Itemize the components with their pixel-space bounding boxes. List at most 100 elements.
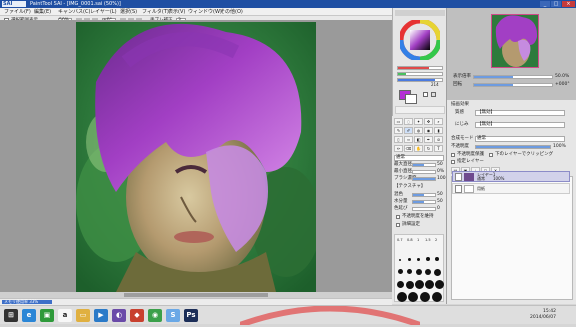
red-slider[interactable] (397, 66, 443, 70)
green-slider[interactable] (397, 72, 443, 76)
apps-icon[interactable]: ◆ (130, 309, 144, 322)
brush-texture-label[interactable]: 【テクスチャ】 (394, 184, 425, 190)
keep-opacity-checkbox[interactable] (396, 215, 400, 219)
size-dot[interactable] (408, 292, 418, 302)
pen-tool-icon[interactable]: ✎ (394, 127, 403, 134)
watercolor-tool-icon[interactable]: ◉ (424, 127, 433, 134)
protect-opacity-checkbox[interactable] (451, 153, 455, 157)
binary-pen-tool-icon[interactable]: ✒ (424, 136, 433, 143)
brush-min-slider[interactable] (412, 170, 436, 174)
size-dot[interactable] (425, 280, 434, 289)
clipping-checkbox[interactable] (489, 153, 493, 157)
swatch-palette[interactable] (395, 106, 445, 114)
size-preset[interactable]: 0.7 (397, 237, 403, 243)
size-dot[interactable] (397, 281, 404, 288)
menu-view[interactable]: 表示(V) (168, 8, 185, 16)
brush-size-presets[interactable]: 0.7 0.8 1 1.5 2 (394, 234, 444, 302)
nav-zoom-slider[interactable] (473, 75, 553, 79)
size-dot[interactable] (417, 258, 420, 261)
sai-icon[interactable]: S (166, 309, 180, 322)
menu-canvas[interactable]: キャンバス(C) (58, 8, 90, 16)
menu-window[interactable]: ウィンドウ(W) (188, 8, 222, 16)
media-icon[interactable]: ▶ (94, 309, 108, 322)
brush-water-slider[interactable] (412, 200, 436, 204)
painting-canvas[interactable] (76, 22, 316, 292)
eyedropper-tool-icon[interactable]: ⊘ (434, 136, 443, 143)
menu-edit[interactable]: 編集(E) (34, 8, 51, 16)
size-dot[interactable] (432, 292, 442, 302)
move-tool-icon[interactable]: ✥ (424, 118, 433, 125)
layer-row-paper[interactable]: 用紙 (452, 183, 570, 194)
size-preset[interactable]: 1 (417, 237, 419, 243)
maximize-button[interactable]: □ (551, 1, 561, 7)
menu-layer[interactable]: レイヤー(L) (90, 8, 117, 16)
airbrush-tool-icon[interactable]: ◍ (414, 127, 423, 134)
size-dot[interactable] (399, 259, 401, 261)
nav-angle-slider[interactable] (473, 83, 553, 87)
size-dot[interactable] (408, 258, 411, 261)
selection-tool-icon[interactable]: ▭ (394, 118, 403, 125)
brush-blend-slider[interactable] (412, 193, 436, 197)
photoshop-icon[interactable]: Ps (184, 309, 198, 322)
brush-tool-icon[interactable]: ✐ (404, 127, 413, 134)
layer-row-active[interactable]: レイヤー1 通常 100% (452, 171, 570, 182)
size-dot[interactable] (426, 257, 430, 261)
size-preset[interactable]: 1.5 (425, 237, 431, 243)
swap-colors-icon[interactable] (423, 92, 428, 97)
size-preset[interactable]: 2 (435, 237, 437, 243)
color-mode-tabs[interactable] (395, 10, 445, 16)
brush-persist-slider[interactable] (412, 207, 436, 211)
magic-wand-tool-icon[interactable]: ✦ (414, 118, 423, 125)
size-dot[interactable] (416, 269, 422, 275)
clock[interactable]: 15:42 2014/06/07 (530, 309, 556, 321)
secondary-color-swatch[interactable] (405, 94, 417, 104)
hand-tool-icon[interactable]: ✋ (414, 145, 423, 152)
size-dot[interactable] (398, 269, 403, 274)
menu-filter[interactable]: フィルタ(T) (142, 8, 169, 16)
eye-icon[interactable] (455, 173, 462, 181)
select-pen-tool-icon[interactable]: ✏ (394, 145, 403, 152)
rotate-tool-icon[interactable]: ↻ (424, 145, 433, 152)
zoom-tool-icon[interactable]: ⌕ (434, 118, 443, 125)
size-dot[interactable] (435, 257, 439, 261)
transparent-color-icon[interactable] (431, 92, 436, 97)
brush-size-slider[interactable] (412, 163, 436, 167)
bucket-tool-icon[interactable]: ◧ (414, 136, 423, 143)
start-icon[interactable]: ⊞ (4, 309, 18, 322)
menu-other[interactable]: その他(O) (220, 8, 243, 16)
photos-icon[interactable]: ◐ (112, 309, 126, 322)
size-dot[interactable] (435, 280, 444, 289)
size-dot[interactable] (397, 292, 407, 302)
amazon-icon[interactable]: a (58, 309, 72, 322)
select-eraser-tool-icon[interactable]: ⌫ (404, 145, 413, 152)
size-preset[interactable]: 0.8 (407, 237, 413, 243)
text-tool-icon[interactable]: T (434, 145, 443, 152)
lasso-tool-icon[interactable]: ◌ (404, 118, 413, 125)
size-dot[interactable] (425, 269, 431, 275)
store-icon[interactable]: ▣ (40, 309, 54, 322)
menu-file[interactable]: ファイル(F) (4, 8, 31, 16)
chrome-icon[interactable]: ◉ (148, 309, 162, 322)
eye-icon[interactable] (455, 185, 462, 193)
minimize-button[interactable]: _ (540, 1, 550, 7)
blur-tool-icon[interactable]: ≈ (404, 136, 413, 143)
ie-icon[interactable]: e (22, 309, 36, 322)
brush-density-slider[interactable] (412, 177, 436, 181)
folder-icon[interactable]: ▭ (76, 309, 90, 322)
color-wheel[interactable] (400, 20, 440, 60)
close-button[interactable]: × (562, 1, 575, 7)
size-dot[interactable] (420, 292, 430, 302)
blend-mode-select[interactable] (475, 136, 565, 142)
marker-tool-icon[interactable]: ▮ (434, 127, 443, 134)
size-dot[interactable] (407, 269, 412, 274)
eraser-tool-icon[interactable]: ▯ (394, 136, 403, 143)
scrollbar-thumb[interactable] (124, 293, 268, 297)
menu-select[interactable]: 選択(S) (120, 8, 137, 16)
opacity-slider[interactable] (475, 145, 551, 149)
size-dot[interactable] (406, 281, 414, 289)
size-dot[interactable] (415, 280, 424, 289)
reference-checkbox[interactable] (451, 160, 455, 164)
size-dot[interactable] (434, 269, 441, 276)
detail-settings-checkbox[interactable] (396, 223, 400, 227)
navigator-preview[interactable] (491, 14, 539, 68)
